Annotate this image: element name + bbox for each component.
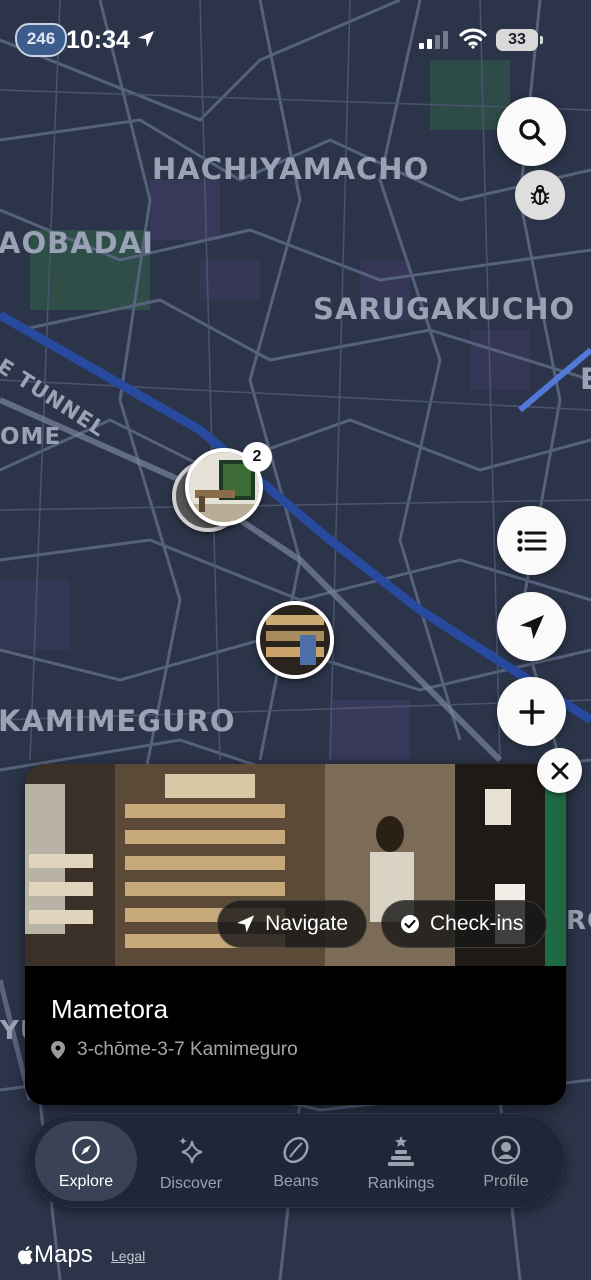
map-pin-icon	[51, 1041, 65, 1059]
place-card[interactable]: Navigate Check-ins Mametora 3-chōme-3-7 …	[25, 764, 566, 1105]
tab-rankings-label: Rankings	[367, 1175, 435, 1192]
tab-beans[interactable]: Beans	[245, 1121, 347, 1201]
tab-bar: Explore Discover Beans Rankings Profile	[27, 1113, 565, 1208]
maps-brand-text: Maps	[34, 1241, 93, 1268]
district-label-ome: OME	[0, 424, 62, 450]
place-address-text: 3-chōme-3-7 Kamimeguro	[77, 1039, 298, 1060]
location-services-icon	[138, 31, 154, 47]
location-arrow-icon	[519, 614, 544, 639]
tab-explore[interactable]: Explore	[35, 1121, 137, 1201]
mametora-pin[interactable]	[256, 601, 334, 679]
apple-maps-logo: Maps	[16, 1241, 93, 1269]
podium-icon	[388, 1136, 414, 1166]
battery-indicator: 33	[496, 29, 543, 51]
tab-discover-label: Discover	[159, 1175, 223, 1192]
close-card-button[interactable]	[537, 748, 582, 793]
apple-logo-icon	[18, 1246, 33, 1265]
tab-rankings[interactable]: Rankings	[350, 1121, 452, 1201]
edge-label-right-1: E	[580, 362, 591, 396]
search-icon	[518, 118, 546, 146]
cellular-signal-icon	[419, 31, 449, 49]
edge-label-right-2: RO	[566, 906, 591, 936]
add-button[interactable]	[497, 677, 566, 746]
tab-profile-label: Profile	[483, 1173, 529, 1190]
compass-icon	[72, 1136, 100, 1164]
wifi-icon	[459, 28, 487, 49]
sparkles-icon	[179, 1137, 203, 1164]
checkmark-circle-icon	[401, 915, 419, 933]
shop-shelf-image	[260, 605, 330, 675]
cluster-count-badge: 2	[242, 442, 272, 472]
list-view-button[interactable]	[497, 506, 566, 575]
checkins-button[interactable]: Check-ins	[381, 900, 547, 948]
district-label-kamimeguro: KAMIMEGURO	[0, 704, 236, 738]
route-shield: 246	[15, 23, 67, 57]
person-icon	[491, 1135, 521, 1165]
plus-icon	[518, 698, 545, 725]
tab-discover[interactable]: Discover	[140, 1121, 242, 1201]
place-name: Mametora	[51, 994, 169, 1024]
district-label-aobadai: AOBADAI	[0, 226, 154, 260]
tab-beans-label: Beans	[273, 1173, 319, 1190]
tab-profile[interactable]: Profile	[455, 1121, 557, 1201]
navigate-arrow-icon	[236, 915, 255, 933]
navigate-label: Navigate	[265, 912, 348, 935]
locate-me-button[interactable]	[497, 592, 566, 661]
debug-button[interactable]	[515, 170, 565, 220]
search-button[interactable]	[497, 97, 566, 166]
status-time: 10:34	[66, 26, 130, 54]
close-icon	[551, 762, 568, 779]
tab-explore-label: Explore	[58, 1173, 114, 1190]
legal-link[interactable]: Legal	[111, 1248, 145, 1264]
district-label-sarugakucho: SARUGAKUCHO	[313, 292, 576, 326]
checkins-label: Check-ins	[430, 912, 524, 935]
place-address: 3-chōme-3-7 Kamimeguro	[51, 1039, 298, 1061]
list-icon	[516, 529, 546, 552]
coffee-bean-icon	[283, 1136, 309, 1164]
bug-icon	[530, 185, 550, 205]
status-bar: 246 10:34 33	[0, 0, 591, 80]
navigate-button[interactable]: Navigate	[217, 900, 367, 948]
district-label-hachiyamacho: HACHIYAMACHO	[152, 152, 430, 186]
